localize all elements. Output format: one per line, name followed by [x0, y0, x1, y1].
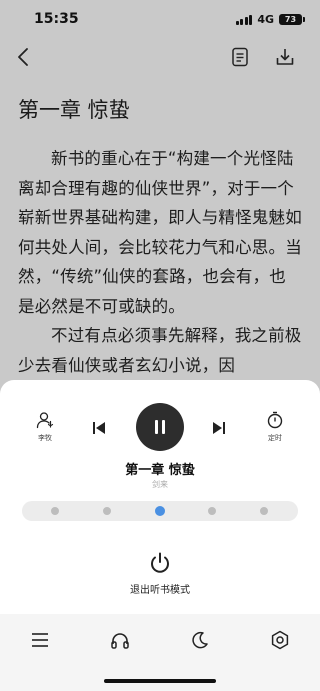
document-list-icon: [232, 47, 248, 67]
chapter-title: 第一章 惊蛰: [18, 98, 130, 122]
reader-content[interactable]: 第一章 惊蛰 新书的重心在于“构建一个光怪陆离却合理有趣的仙侠世界”，对于一个崭…: [0, 86, 320, 386]
reader-toolbar: [0, 40, 320, 74]
speed-dot[interactable]: [208, 507, 216, 515]
speed-dot[interactable]: [51, 507, 59, 515]
speed-dot-selected[interactable]: [155, 506, 165, 516]
pause-icon: [155, 420, 165, 434]
speed-dot[interactable]: [103, 507, 111, 515]
exit-listen-mode-label: 退出听书模式: [130, 585, 190, 596]
bottom-navigation: [0, 614, 320, 691]
table-of-contents-button[interactable]: [227, 44, 253, 70]
skip-next-icon: [213, 422, 225, 434]
speed-dot[interactable]: [260, 507, 268, 515]
previous-chapter-button[interactable]: [89, 418, 109, 438]
download-icon: [276, 49, 294, 65]
voice-select-button[interactable]: 李牧: [30, 411, 60, 443]
status-time: 15:35: [34, 11, 79, 27]
chevron-left-icon: [18, 48, 28, 66]
menu-icon: [32, 633, 48, 647]
moon-icon: [192, 631, 208, 649]
night-mode-button[interactable]: [188, 628, 212, 652]
person-voice-icon: [36, 412, 54, 429]
timer-button[interactable]: 定时: [260, 411, 290, 443]
network-type: 4G: [257, 13, 274, 26]
speed-slider[interactable]: [22, 501, 298, 521]
now-playing-title: 第一章 惊蛰: [125, 463, 195, 478]
exit-listen-mode-button[interactable]: 退出听书模式: [110, 551, 210, 596]
back-button[interactable]: [10, 44, 36, 70]
listen-button[interactable]: [108, 628, 132, 652]
headphones-icon: [111, 633, 129, 649]
timer-label: 定时: [268, 434, 282, 442]
gear-icon: [271, 630, 289, 650]
signal-icon: [235, 14, 253, 25]
settings-button[interactable]: [268, 628, 292, 652]
next-chapter-button[interactable]: [209, 418, 229, 438]
paragraph: 不过有点必须事先解释，我之前极少去看仙侠或者玄幻小说，因: [18, 326, 302, 375]
battery-level: 73: [284, 15, 297, 24]
power-icon: [151, 552, 169, 573]
download-button[interactable]: [272, 44, 298, 70]
paragraph: 新书的重心在于“构建一个光怪陆离却合理有趣的仙侠世界”，对于一个崭新世界基础构建…: [18, 149, 302, 316]
menu-button[interactable]: [28, 628, 52, 652]
battery-icon: 73: [279, 14, 305, 25]
stopwatch-icon: [267, 411, 283, 429]
voice-label: 李牧: [38, 434, 52, 442]
home-indicator: [104, 679, 216, 683]
skip-previous-icon: [93, 422, 105, 434]
status-indicators: 4G 73: [235, 13, 305, 26]
pause-button[interactable]: [136, 403, 184, 451]
now-playing-book: 剑来: [152, 480, 168, 489]
status-bar: 15:35 4G 73: [0, 0, 320, 40]
